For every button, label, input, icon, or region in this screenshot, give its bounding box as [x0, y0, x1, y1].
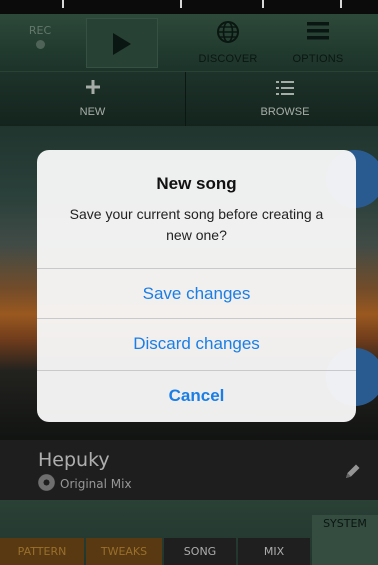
dialog-message: Save your current song before creating a… [69, 206, 324, 243]
discard-changes-button[interactable]: Discard changes [37, 318, 356, 368]
status-bar-mark [180, 0, 182, 8]
dialog-title: New song [156, 174, 237, 193]
status-bar-mark [62, 0, 64, 8]
cancel-button[interactable]: Cancel [37, 370, 356, 420]
status-bar-mark [340, 0, 342, 8]
status-bar [0, 0, 378, 14]
status-bar-mark [262, 0, 264, 8]
save-changes-button[interactable]: Save changes [37, 268, 356, 318]
new-song-dialog: New song Save your current song before c… [37, 150, 356, 422]
